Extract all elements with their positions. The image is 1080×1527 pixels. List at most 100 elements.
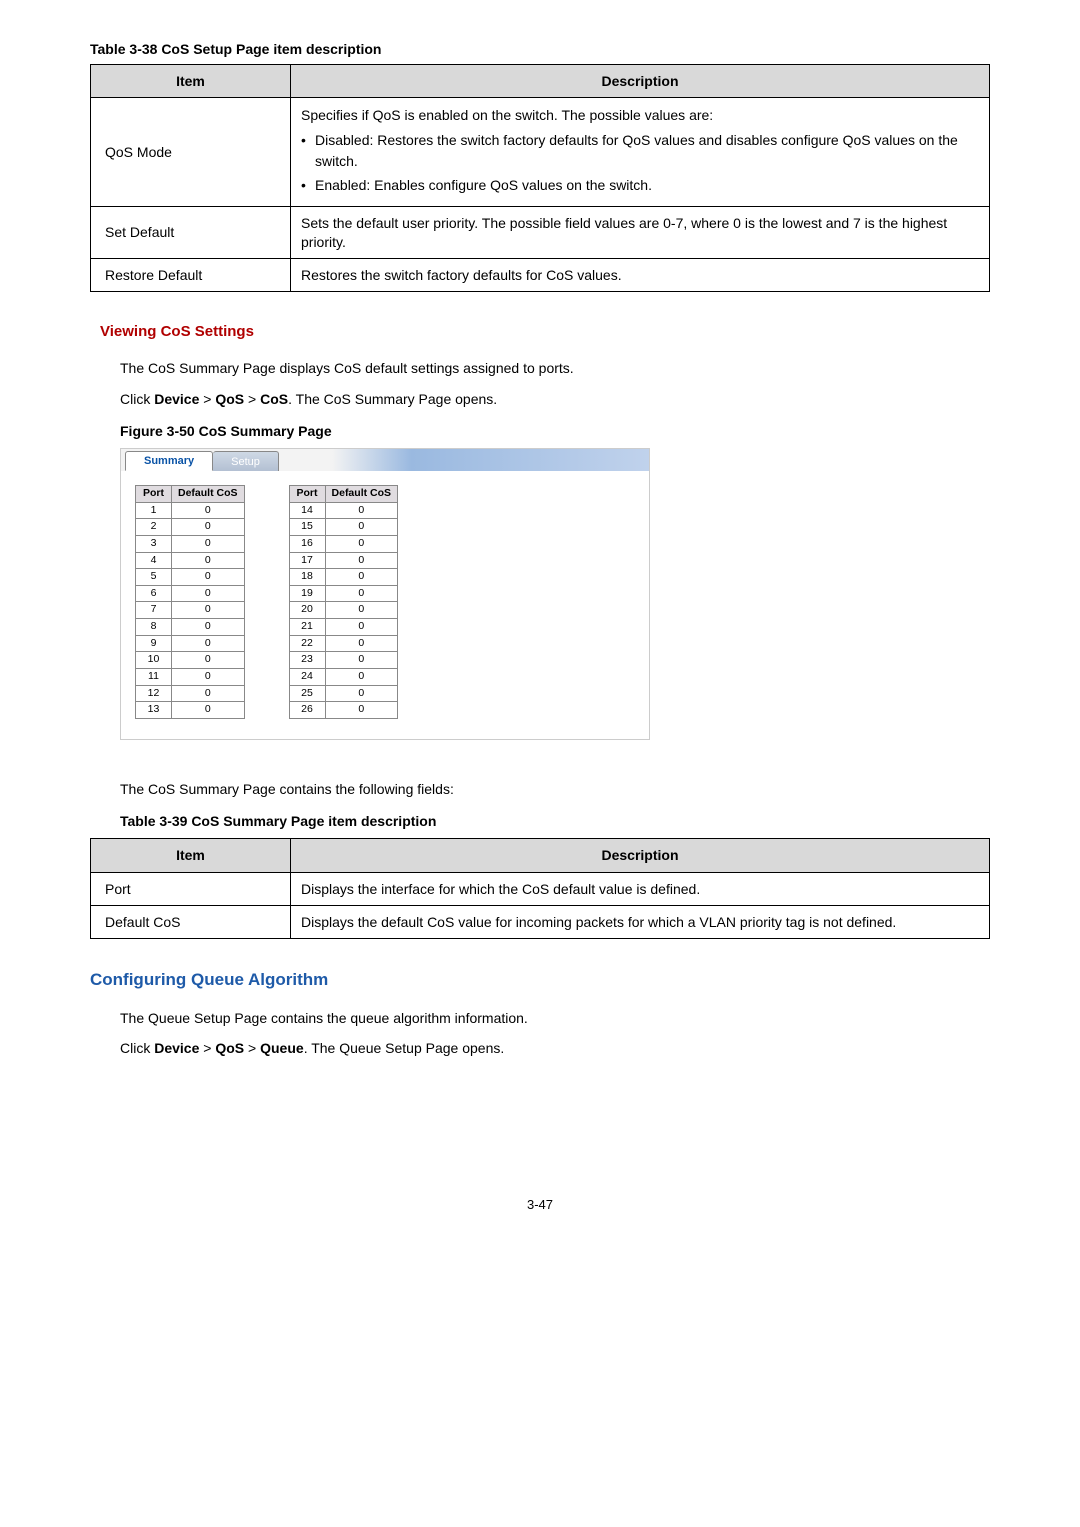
item-cell: QoS Mode bbox=[91, 98, 291, 207]
port-cell: 10 bbox=[136, 652, 172, 669]
list-item: Disabled: Restores the switch factory de… bbox=[301, 130, 979, 172]
cos-summary-desc-table: Item Description Port Displays the inter… bbox=[90, 838, 990, 939]
text: > bbox=[199, 391, 215, 407]
defcos-cell: 0 bbox=[172, 669, 245, 686]
tab-summary[interactable]: Summary bbox=[125, 451, 213, 471]
summary-tables: Port Default CoS 10203040506070809010011… bbox=[121, 485, 649, 719]
table-row: 60 bbox=[136, 585, 245, 602]
figure-caption: Figure 3-50 CoS Summary Page bbox=[120, 422, 990, 440]
defcos-cell: 0 bbox=[172, 602, 245, 619]
text: . The Queue Setup Page opens. bbox=[304, 1040, 505, 1056]
defcos-cell: 0 bbox=[172, 702, 245, 719]
port-cell: 21 bbox=[289, 619, 325, 636]
summary-table-right: Port Default CoS 14015016017018019020021… bbox=[289, 485, 399, 719]
port-cell: 14 bbox=[289, 502, 325, 519]
port-cell: 7 bbox=[136, 602, 172, 619]
defcos-cell: 0 bbox=[325, 585, 398, 602]
paragraph: Click Device > QoS > Queue. The Queue Se… bbox=[120, 1039, 990, 1057]
port-cell: 11 bbox=[136, 669, 172, 686]
table-caption: Table 3-39 CoS Summary Page item descrip… bbox=[120, 812, 990, 830]
text: Click bbox=[120, 391, 154, 407]
table-caption: Table 3-38 CoS Setup Page item descripti… bbox=[90, 40, 990, 58]
defcos-cell: 0 bbox=[325, 702, 398, 719]
defcos-cell: 0 bbox=[325, 502, 398, 519]
tab-setup[interactable]: Setup bbox=[213, 451, 279, 471]
defcos-cell: 0 bbox=[172, 535, 245, 552]
item-cell: Port bbox=[91, 872, 291, 905]
table-row: 110 bbox=[136, 669, 245, 686]
paragraph: The Queue Setup Page contains the queue … bbox=[120, 1009, 990, 1027]
table-row: 10 bbox=[136, 502, 245, 519]
desc-cell: Restores the switch factory defaults for… bbox=[291, 258, 990, 291]
bold-queue: Queue bbox=[260, 1040, 304, 1056]
col-port: Port bbox=[289, 486, 325, 503]
bold-cos: CoS bbox=[260, 391, 288, 407]
port-cell: 17 bbox=[289, 552, 325, 569]
port-cell: 8 bbox=[136, 619, 172, 636]
text: > bbox=[199, 1040, 215, 1056]
table-row: 260 bbox=[289, 702, 398, 719]
defcos-cell: 0 bbox=[325, 569, 398, 586]
desc-intro: Specifies if QoS is enabled on the switc… bbox=[301, 105, 979, 126]
defcos-cell: 0 bbox=[172, 635, 245, 652]
item-cell: Restore Default bbox=[91, 258, 291, 291]
port-cell: 18 bbox=[289, 569, 325, 586]
bullet-list: Disabled: Restores the switch factory de… bbox=[301, 130, 979, 196]
summary-table-left: Port Default CoS 10203040506070809010011… bbox=[135, 485, 245, 719]
table-row: 230 bbox=[289, 652, 398, 669]
port-cell: 19 bbox=[289, 585, 325, 602]
port-cell: 22 bbox=[289, 635, 325, 652]
table-row: 200 bbox=[289, 602, 398, 619]
table-row: Restore Default Restores the switch fact… bbox=[91, 258, 990, 291]
table-row: 140 bbox=[289, 502, 398, 519]
defcos-cell: 0 bbox=[325, 552, 398, 569]
table-row: Set Default Sets the default user priori… bbox=[91, 207, 990, 258]
defcos-cell: 0 bbox=[325, 669, 398, 686]
port-cell: 25 bbox=[289, 685, 325, 702]
table-row: 130 bbox=[136, 702, 245, 719]
defcos-cell: 0 bbox=[325, 685, 398, 702]
table-row: 30 bbox=[136, 535, 245, 552]
table-row: 150 bbox=[289, 519, 398, 536]
defcos-cell: 0 bbox=[172, 619, 245, 636]
table-row: 250 bbox=[289, 685, 398, 702]
paragraph: Click Device > QoS > CoS. The CoS Summar… bbox=[120, 390, 990, 408]
bold-qos: QoS bbox=[215, 1040, 244, 1056]
table-row: 220 bbox=[289, 635, 398, 652]
port-cell: 4 bbox=[136, 552, 172, 569]
port-cell: 12 bbox=[136, 685, 172, 702]
port-cell: 9 bbox=[136, 635, 172, 652]
port-cell: 20 bbox=[289, 602, 325, 619]
defcos-cell: 0 bbox=[325, 652, 398, 669]
table-row: Port Displays the interface for which th… bbox=[91, 872, 990, 905]
defcos-cell: 0 bbox=[325, 602, 398, 619]
header-description: Description bbox=[291, 839, 990, 872]
bold-qos: QoS bbox=[215, 391, 244, 407]
table-row: 50 bbox=[136, 569, 245, 586]
table-row: 80 bbox=[136, 619, 245, 636]
text: > bbox=[244, 1040, 260, 1056]
table-row: 100 bbox=[136, 652, 245, 669]
text: > bbox=[244, 391, 260, 407]
table-row: 170 bbox=[289, 552, 398, 569]
defcos-cell: 0 bbox=[325, 519, 398, 536]
port-cell: 23 bbox=[289, 652, 325, 669]
port-cell: 3 bbox=[136, 535, 172, 552]
table-row: 180 bbox=[289, 569, 398, 586]
defcos-cell: 0 bbox=[325, 535, 398, 552]
table-row: 160 bbox=[289, 535, 398, 552]
defcos-cell: 0 bbox=[172, 519, 245, 536]
port-cell: 16 bbox=[289, 535, 325, 552]
desc-cell: Displays the interface for which the CoS… bbox=[291, 872, 990, 905]
item-cell: Set Default bbox=[91, 207, 291, 258]
table-row: 70 bbox=[136, 602, 245, 619]
bold-device: Device bbox=[154, 391, 199, 407]
header-description: Description bbox=[291, 65, 990, 98]
defcos-cell: 0 bbox=[172, 685, 245, 702]
section-viewing-cos: Viewing CoS Settings bbox=[100, 322, 990, 342]
paragraph: The CoS Summary Page contains the follow… bbox=[120, 780, 990, 798]
bold-device: Device bbox=[154, 1040, 199, 1056]
port-cell: 1 bbox=[136, 502, 172, 519]
defcos-cell: 0 bbox=[325, 635, 398, 652]
port-cell: 15 bbox=[289, 519, 325, 536]
